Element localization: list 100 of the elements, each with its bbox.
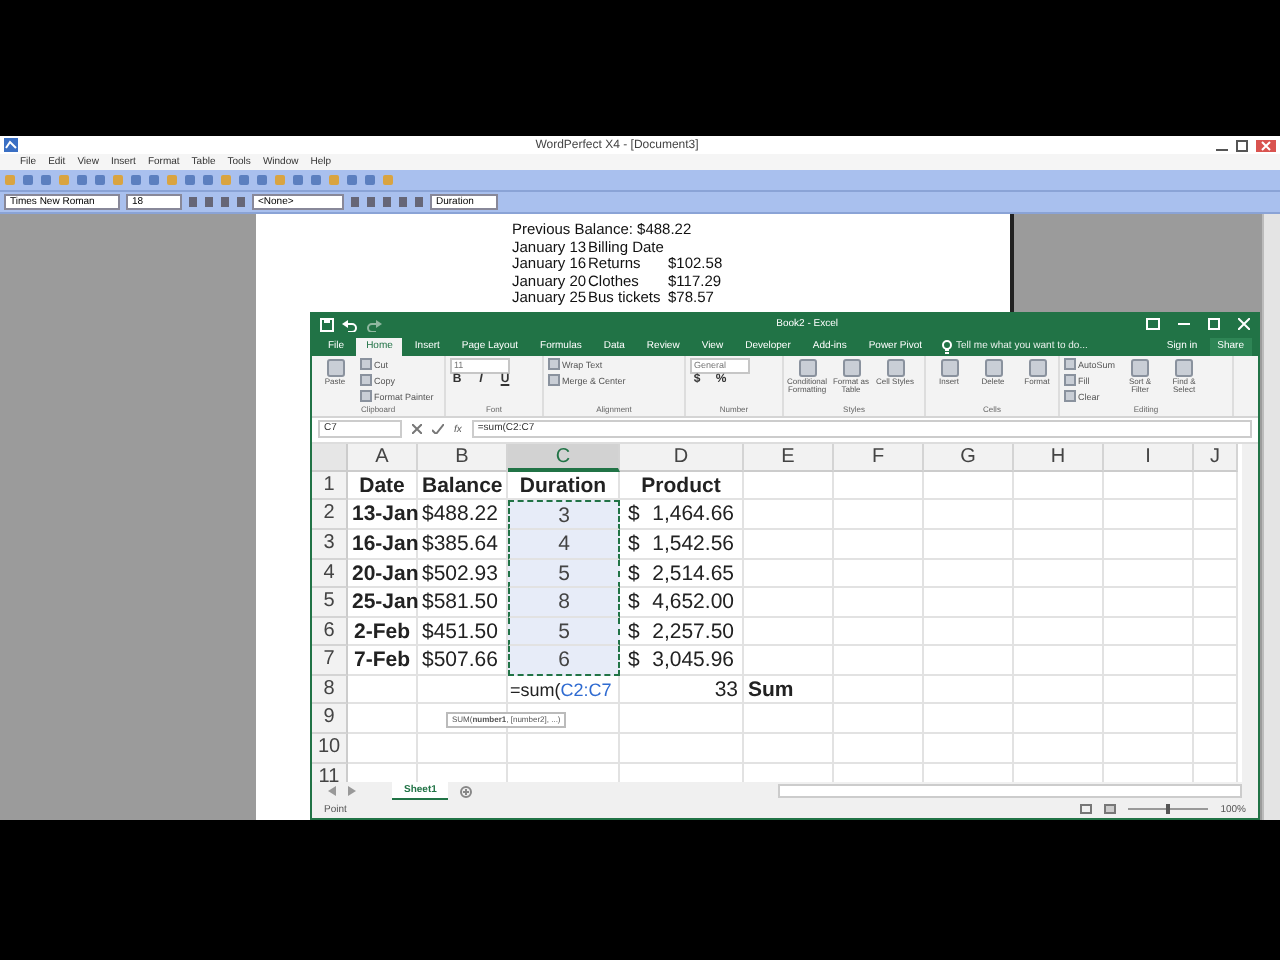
table-cell [1104, 559, 1194, 589]
normal-view-icon[interactable] [1080, 804, 1093, 815]
cancel-icon[interactable] [412, 424, 422, 435]
redo-icon[interactable] [366, 317, 382, 332]
table-cell [834, 500, 924, 530]
table-cell: 16-Jan [348, 529, 418, 560]
table-cell [1104, 471, 1194, 501]
table-cell [924, 529, 1014, 560]
table-cell [744, 704, 834, 735]
cell-value: 2,514.65 [652, 559, 734, 587]
table-cell [924, 675, 1014, 705]
table-cell [1104, 704, 1194, 735]
page-layout-icon[interactable] [1104, 804, 1117, 815]
table-cell [1014, 675, 1104, 705]
row-header[interactable]: 7 [312, 646, 348, 676]
row-header[interactable]: 10 [312, 734, 348, 764]
table-cell [1014, 529, 1104, 560]
table-cell [1194, 471, 1238, 501]
row-header[interactable]: 9 [312, 704, 348, 735]
table-cell: 33 [620, 675, 744, 705]
close-icon[interactable] [1256, 139, 1276, 151]
cell-value: 3,045.96 [652, 646, 734, 674]
table-cell: 5 [508, 559, 620, 589]
table-cell [418, 675, 508, 705]
table-cell [1014, 471, 1104, 501]
undo-icon[interactable] [342, 317, 358, 332]
cell-value: 2,257.50 [652, 617, 734, 645]
cell-value: 1,542.56 [652, 529, 734, 558]
select-all-corner[interactable] [312, 443, 348, 472]
currency-symbol: $ [628, 559, 640, 587]
column-header[interactable]: E [744, 443, 834, 472]
maximize-icon[interactable] [1236, 139, 1248, 151]
scrollbar[interactable] [1262, 214, 1280, 820]
row-header[interactable]: 6 [312, 617, 348, 647]
table-cell [1014, 617, 1104, 647]
row-header[interactable]: 3 [312, 529, 348, 560]
table-cell [834, 617, 924, 647]
table-cell: 7-Feb [348, 646, 418, 676]
close-icon[interactable] [1238, 318, 1250, 331]
scrollbar[interactable] [1242, 443, 1258, 783]
table-cell [1194, 617, 1238, 647]
add-sheet-icon[interactable] [460, 785, 473, 798]
table-cell [1194, 704, 1238, 735]
table-cell [1194, 734, 1238, 764]
table-cell [1014, 588, 1104, 618]
row-header[interactable]: 2 [312, 500, 348, 530]
table-cell [1104, 500, 1194, 530]
column-header[interactable]: H [1014, 443, 1104, 472]
column-header[interactable]: A [348, 443, 418, 472]
table-cell: 20-Jan [348, 559, 418, 589]
column-header[interactable]: C [508, 443, 620, 472]
currency-symbol: $ [628, 617, 640, 645]
row-header[interactable]: 5 [312, 588, 348, 618]
column-header[interactable]: I [1104, 443, 1194, 472]
table-cell [1104, 675, 1194, 705]
table-cell [924, 588, 1014, 618]
currency-symbol: $ [628, 646, 640, 674]
table-cell [834, 675, 924, 705]
table-cell: 6 [508, 646, 620, 676]
table-cell [348, 675, 418, 705]
column-header[interactable]: J [1194, 443, 1238, 472]
row-header[interactable]: 8 [312, 675, 348, 705]
row-header[interactable]: 4 [312, 559, 348, 589]
table-cell [1194, 588, 1238, 618]
table-cell: 2-Feb [348, 617, 418, 647]
formula-entry-cell[interactable]: =sum(C2:C7 [508, 675, 620, 705]
check-icon[interactable] [432, 424, 444, 435]
table-cell [834, 588, 924, 618]
column-header[interactable]: F [834, 443, 924, 472]
table-cell [1104, 646, 1194, 676]
table-cell [924, 704, 1014, 735]
table-cell: Balance [418, 471, 508, 501]
table-cell [834, 704, 924, 735]
table-cell: 8 [508, 588, 620, 618]
table-cell [620, 704, 744, 735]
table-cell [1194, 500, 1238, 530]
cell-value: 1,464.66 [652, 500, 734, 528]
ribbon-display-icon[interactable] [1146, 318, 1160, 331]
row-header[interactable]: 1 [312, 471, 348, 501]
minimize-icon[interactable] [1178, 318, 1190, 331]
table-cell: Product [620, 471, 744, 501]
table-cell: 25-Jan [348, 588, 418, 618]
table-cell [834, 471, 924, 501]
table-cell [834, 646, 924, 676]
table-cell: 13-Jan [348, 500, 418, 530]
column-header[interactable]: G [924, 443, 1014, 472]
table-cell [1194, 559, 1238, 589]
currency-symbol: $ [628, 500, 640, 528]
column-header[interactable]: B [418, 443, 508, 472]
table-cell [1014, 500, 1104, 530]
table-cell [1104, 617, 1194, 647]
scroll-right-icon[interactable] [348, 786, 356, 797]
table-cell [1104, 588, 1194, 618]
table-cell [924, 617, 1014, 647]
column-header[interactable]: D [620, 443, 744, 472]
zoom-slider-thumb[interactable] [1166, 804, 1171, 815]
scrollbar[interactable] [778, 784, 1242, 799]
save-icon[interactable] [320, 317, 334, 332]
table-cell [1014, 559, 1104, 589]
scroll-left-icon[interactable] [328, 786, 336, 797]
